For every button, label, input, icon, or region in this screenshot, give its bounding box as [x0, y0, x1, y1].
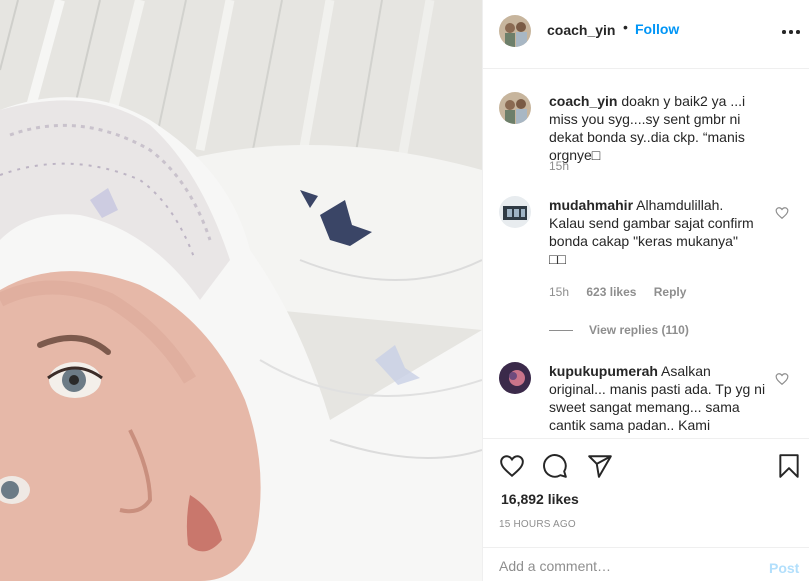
- likes-count[interactable]: 16,892 likes: [501, 491, 579, 507]
- view-replies-label: View replies (110): [589, 323, 689, 337]
- avatar-image: [499, 15, 531, 47]
- avatar-image: [499, 362, 531, 394]
- comment-time[interactable]: 15h: [549, 159, 569, 173]
- comment-meta: 15h: [549, 159, 583, 173]
- post-comment-button[interactable]: Post: [769, 560, 799, 576]
- comment-icon[interactable]: [542, 453, 568, 479]
- selfie-photo-illustration: [0, 0, 482, 581]
- reply-button[interactable]: Reply: [654, 285, 687, 299]
- view-replies-line: [549, 330, 573, 332]
- avatar-image: [499, 196, 531, 228]
- bookmark-icon[interactable]: [776, 453, 802, 479]
- comment-text: mudahmahir Alhamdulillah. Kalau send gam…: [549, 196, 767, 268]
- separator-dot: •: [623, 19, 628, 35]
- comment-meta: 15h 623 likes Reply: [549, 285, 700, 299]
- comment-likes[interactable]: 623 likes: [586, 285, 636, 299]
- comments-list[interactable]: coach_yin doakn y baik2 ya ...i miss you…: [483, 70, 809, 438]
- post-photo[interactable]: [0, 0, 482, 581]
- post-actions: 16,892 likes 15 HOURS AGO Post: [483, 438, 809, 580]
- heart-icon[interactable]: [499, 453, 525, 479]
- add-comment-bar: Post: [483, 547, 809, 581]
- post-side-panel: coach_yin • Follow coach_yin doakn y bai…: [482, 0, 809, 581]
- post-timestamp[interactable]: 15 HOURS AGO: [499, 519, 576, 530]
- post-header: coach_yin • Follow: [483, 0, 809, 69]
- comment-username[interactable]: coach_yin: [549, 93, 617, 109]
- caption-avatar[interactable]: [499, 92, 531, 124]
- comment-like-heart-icon[interactable]: [775, 372, 789, 386]
- comment-time[interactable]: 15h: [549, 285, 569, 299]
- comment-username[interactable]: kupukupumerah: [549, 363, 658, 379]
- share-icon[interactable]: [587, 453, 613, 479]
- view-replies-button[interactable]: View replies (110): [549, 323, 689, 337]
- commenter-avatar[interactable]: [499, 362, 531, 394]
- comment-text: kupukupumerah Asalkan original... manis …: [549, 362, 767, 434]
- author-avatar[interactable]: [499, 15, 531, 47]
- comment-input[interactable]: [499, 554, 739, 578]
- comment-username[interactable]: mudahmahir: [549, 197, 633, 213]
- comment-text: coach_yin doakn y baik2 ya ...i miss you…: [549, 92, 767, 164]
- follow-button[interactable]: Follow: [635, 21, 679, 37]
- avatar-image: [499, 92, 531, 124]
- commenter-avatar[interactable]: [499, 196, 531, 228]
- more-options-icon[interactable]: [781, 24, 801, 40]
- author-username[interactable]: coach_yin: [547, 22, 615, 38]
- comment-like-heart-icon[interactable]: [775, 206, 789, 220]
